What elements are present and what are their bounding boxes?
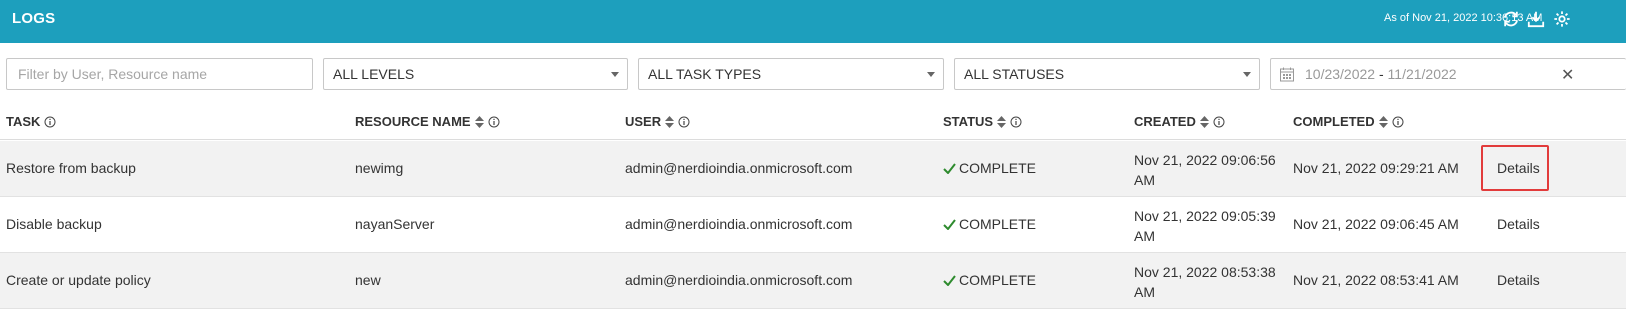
sort-icon[interactable] — [665, 115, 675, 128]
info-icon[interactable] — [1392, 116, 1404, 128]
info-icon[interactable] — [1213, 116, 1225, 128]
levels-select[interactable]: ALL LEVELS — [323, 58, 628, 90]
column-header-resource-name[interactable]: RESOURCE NAME — [355, 114, 500, 129]
status-text: COMPLETE — [959, 216, 1037, 232]
chevron-down-icon — [927, 72, 935, 77]
date-separator: - — [1378, 66, 1384, 82]
status-cell: COMPLETE — [943, 216, 1036, 232]
sort-icon[interactable] — [1199, 115, 1209, 128]
column-header-label: TASK — [6, 114, 41, 129]
user-cell: admin@nerdioindia.onmicrosoft.com — [625, 160, 853, 176]
check-icon — [943, 162, 956, 174]
task-types-select-value: ALL TASK TYPES — [648, 66, 762, 82]
created-cell: Nov 21, 2022 09:06:56 AM — [1134, 152, 1276, 188]
info-icon[interactable] — [678, 116, 690, 128]
completed-cell: Nov 21, 2022 09:29:21 AM — [1293, 160, 1459, 176]
column-header-task: TASK — [6, 114, 56, 129]
refresh-icon[interactable] — [1500, 8, 1522, 30]
details-link[interactable]: Details — [1497, 272, 1540, 288]
check-icon — [943, 274, 956, 286]
table-header: TASK RESOURCE NAME USER STATUS CREATED C… — [0, 104, 1626, 140]
sort-icon[interactable] — [474, 115, 484, 128]
settings-icon[interactable] — [1551, 8, 1573, 30]
resource-cell: newimg — [355, 160, 404, 176]
status-text: COMPLETE — [959, 272, 1037, 288]
info-icon[interactable] — [1010, 116, 1022, 128]
header-bar: LOGS As of Nov 21, 2022 10:36:13 AM — [0, 0, 1626, 43]
levels-select-value: ALL LEVELS — [333, 66, 415, 82]
table-row: Restore from backup newimg admin@nerdioi… — [0, 141, 1626, 197]
task-cell: Disable backup — [6, 216, 102, 232]
completed-cell: Nov 21, 2022 09:06:45 AM — [1293, 216, 1459, 232]
column-header-status[interactable]: STATUS — [943, 114, 1022, 129]
status-text: COMPLETE — [959, 160, 1037, 176]
resource-cell: nayanServer — [355, 216, 435, 232]
column-header-created[interactable]: CREATED — [1134, 114, 1225, 129]
table-row: Disable backup nayanServer admin@nerdioi… — [0, 197, 1626, 253]
search-input[interactable] — [7, 59, 312, 89]
user-cell: admin@nerdioindia.onmicrosoft.com — [625, 216, 853, 232]
chevron-down-icon — [1243, 72, 1251, 77]
search-field — [6, 58, 313, 90]
user-cell: admin@nerdioindia.onmicrosoft.com — [625, 272, 853, 288]
page-title: LOGS — [12, 10, 56, 27]
status-cell: COMPLETE — [943, 272, 1036, 288]
column-header-completed[interactable]: COMPLETED — [1293, 114, 1404, 129]
calendar-icon — [1280, 67, 1294, 82]
column-header-label: RESOURCE NAME — [355, 114, 471, 129]
column-header-user[interactable]: USER — [625, 114, 690, 129]
task-cell: Create or update policy — [6, 272, 151, 288]
task-types-select[interactable]: ALL TASK TYPES — [638, 58, 944, 90]
status-cell: COMPLETE — [943, 160, 1036, 176]
column-header-label: COMPLETED — [1293, 114, 1375, 129]
details-link[interactable]: Details — [1497, 216, 1540, 232]
statuses-select-value: ALL STATUSES — [964, 66, 1065, 82]
date-range-text: 10/23/2022 - 11/21/2022 — [1305, 66, 1457, 82]
details-link[interactable]: Details — [1497, 160, 1540, 176]
clear-date-icon[interactable]: ✕ — [1561, 65, 1574, 85]
table-row: Create or update policy new admin@nerdio… — [0, 253, 1626, 309]
statuses-select[interactable]: ALL STATUSES — [954, 58, 1260, 90]
date-from: 10/23/2022 — [1305, 66, 1376, 82]
sort-icon[interactable] — [997, 115, 1007, 128]
download-icon[interactable] — [1525, 8, 1547, 30]
check-icon — [943, 218, 956, 230]
sort-icon[interactable] — [1378, 115, 1388, 128]
task-cell: Restore from backup — [6, 160, 136, 176]
created-cell: Nov 21, 2022 09:05:39 AM — [1134, 208, 1276, 244]
date-range-picker[interactable]: 10/23/2022 - 11/21/2022 ✕ — [1270, 58, 1626, 90]
created-cell: Nov 21, 2022 08:53:38 AM — [1134, 264, 1276, 300]
date-to: 11/21/2022 — [1387, 66, 1457, 82]
completed-cell: Nov 21, 2022 08:53:41 AM — [1293, 272, 1459, 288]
resource-cell: new — [355, 272, 381, 288]
column-header-label: USER — [625, 114, 662, 129]
info-icon[interactable] — [488, 116, 500, 128]
chevron-down-icon — [611, 72, 619, 77]
column-header-label: STATUS — [943, 114, 994, 129]
column-header-label: CREATED — [1134, 114, 1196, 129]
filter-bar: ALL LEVELS ALL TASK TYPES ALL STATUSES 1… — [0, 58, 1626, 90]
info-icon[interactable] — [44, 116, 56, 128]
